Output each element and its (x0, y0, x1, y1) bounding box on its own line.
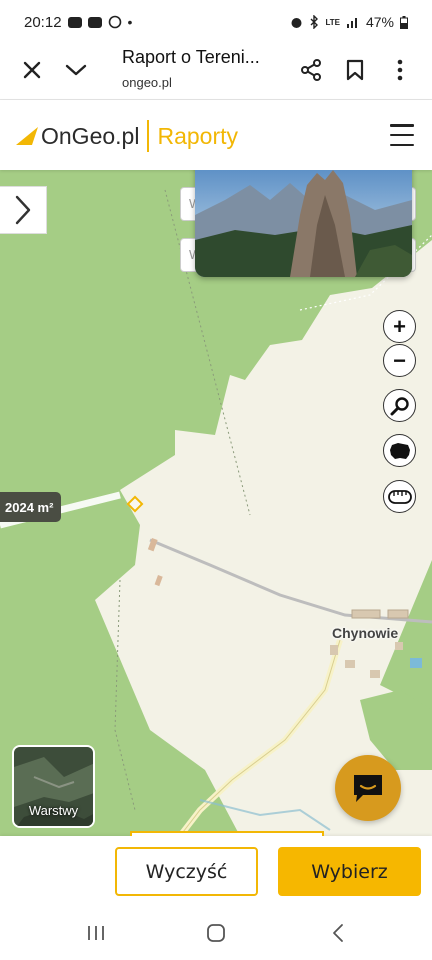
clear-button[interactable]: Wyczyść (115, 847, 258, 896)
home-button[interactable] (201, 920, 231, 946)
bluetooth-icon (310, 15, 319, 29)
measure-tape-icon (387, 489, 412, 504)
site-header: OnGeo.pl Raporty (0, 100, 432, 170)
search-icon (390, 396, 409, 415)
notification-dot: • (127, 14, 133, 30)
status-time: 20:12 (24, 13, 62, 31)
status-bar: 20:12 • LTE 47% (0, 0, 432, 44)
zoom-out-icon: − (393, 347, 406, 373)
expand-tab-button[interactable] (58, 52, 94, 88)
more-options-button[interactable] (382, 52, 418, 88)
zoom-in-button[interactable]: + (383, 310, 416, 343)
chat-icon (354, 775, 382, 802)
chevron-down-icon (65, 64, 87, 76)
chat-button[interactable] (335, 755, 401, 821)
share-icon (301, 59, 321, 81)
place-label: Chynowie (332, 625, 399, 641)
menu-button[interactable] (390, 124, 414, 146)
logo-divider (147, 120, 150, 152)
map-search-button[interactable] (383, 389, 416, 422)
battery-icon (400, 15, 408, 29)
logo-name: OnGeo.pl (41, 122, 140, 149)
browser-toolbar: Raport o Tereni... ongeo.pl (0, 44, 432, 100)
youtube-icon (87, 16, 102, 28)
poland-map-button[interactable] (383, 434, 416, 467)
back-icon (333, 924, 343, 942)
system-nav-bar (0, 906, 432, 960)
page-title[interactable]: Raport o Tereni... (122, 47, 260, 68)
back-button[interactable] (323, 920, 353, 946)
poland-map-icon (389, 442, 410, 459)
close-button[interactable] (14, 52, 50, 88)
hamburger-icon (390, 124, 414, 127)
signal-icon (346, 18, 357, 28)
logo-wing-icon (16, 127, 38, 145)
action-bar: Wyczyść Wybierz (0, 836, 432, 906)
measure-button[interactable] (383, 480, 416, 513)
more-vertical-icon (397, 59, 403, 81)
zoom-in-icon: + (393, 313, 406, 339)
hidden-panel-edge (130, 831, 324, 836)
whatsapp-icon (108, 15, 121, 29)
logo-subtitle: Raporty (157, 122, 238, 149)
select-button[interactable]: Wybierz (278, 847, 421, 896)
layers-label: Warstwy (28, 803, 79, 818)
recent-apps-icon (88, 926, 104, 940)
area-label: 2024 m² (0, 492, 62, 522)
bookmark-icon (346, 59, 364, 81)
youtube-icon (67, 16, 82, 28)
zoom-out-button[interactable]: − (383, 344, 416, 377)
layers-button[interactable]: Warstwy (12, 745, 95, 828)
ongeo-logo[interactable]: OnGeo.pl Raporty (15, 120, 238, 152)
lte-icon: LTE (325, 17, 340, 27)
page-url[interactable]: ongeo.pl (122, 75, 172, 90)
alarm-icon (291, 17, 302, 28)
mountain-photo (195, 170, 412, 277)
chevron-right-icon (15, 195, 31, 225)
close-icon (23, 61, 41, 79)
expand-panel-button[interactable] (0, 186, 47, 234)
battery-level: 47% (365, 14, 394, 30)
map-view[interactable]: W W + − 2024 m² Chynowie (0, 170, 432, 836)
bookmark-button[interactable] (337, 52, 373, 88)
home-icon (207, 924, 225, 942)
share-button[interactable] (293, 52, 329, 88)
recent-apps-button[interactable] (81, 920, 111, 946)
location-photo[interactable] (195, 170, 412, 277)
